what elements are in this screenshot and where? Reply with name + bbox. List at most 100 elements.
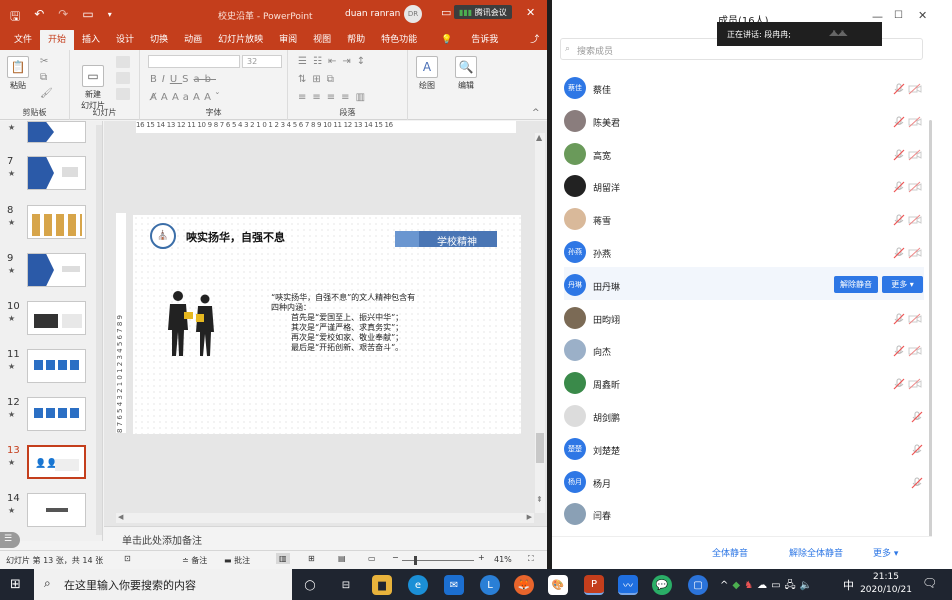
member-row[interactable]: 闫春: [564, 496, 924, 529]
slide-thumbnail-selected[interactable]: 👤👤: [27, 445, 86, 479]
meeting-taskbar-icon[interactable]: 〰: [618, 575, 638, 595]
mic-muted-icon[interactable]: [893, 181, 905, 193]
camera-off-icon[interactable]: [908, 214, 922, 226]
tray-app-icon[interactable]: ♞: [744, 580, 757, 591]
slide-thumbnail[interactable]: [27, 397, 86, 431]
camera-off-icon[interactable]: [908, 247, 922, 259]
prev-slide-icon[interactable]: ⇞: [536, 495, 543, 504]
tab-features[interactable]: 特色功能: [373, 29, 425, 50]
tab-animations[interactable]: 动画: [176, 29, 210, 50]
mic-muted-icon[interactable]: [911, 444, 923, 456]
camera-off-icon[interactable]: [908, 313, 922, 325]
tab-transitions[interactable]: 切换: [142, 29, 176, 50]
members-scrollbar[interactable]: [929, 120, 932, 540]
clock[interactable]: 21:15 2020/10/21: [860, 571, 912, 597]
unmute-member-button[interactable]: 解除静音: [834, 275, 878, 293]
font-size-select[interactable]: 32: [242, 55, 282, 68]
sorter-view-icon[interactable]: ⊞: [308, 554, 315, 563]
slide-canvas[interactable]: ⛪ 唊实扬华，自强不息 学校精神 “唊实扬华，自强不息”的文人精神包含有 四种内…: [133, 215, 521, 434]
close-icon[interactable]: ✕: [918, 9, 927, 22]
zoom-out-icon[interactable]: −: [392, 553, 399, 562]
cortana-icon[interactable]: ◯: [300, 575, 320, 595]
redo-icon[interactable]: ↷: [58, 7, 68, 28]
slide-thumbnail[interactable]: [27, 253, 86, 287]
mute-all-button[interactable]: 全体静音: [712, 546, 748, 559]
tray-app-icon[interactable]: ◆: [732, 580, 744, 591]
case-icon[interactable]: Aa: [172, 92, 193, 103]
slide-thumbnail[interactable]: [27, 493, 86, 527]
footer-more-button[interactable]: 更多 ▾: [873, 546, 898, 559]
layout-button[interactable]: [116, 56, 130, 68]
slide-thumbnail[interactable]: [27, 156, 86, 190]
mic-muted-icon[interactable]: [893, 83, 905, 95]
member-row[interactable]: 胡剑鹏: [564, 398, 924, 431]
taskbar-search-box[interactable]: ⌕ 在这里输入你要搜索的内容: [34, 569, 292, 600]
align-right-icon[interactable]: ≡: [327, 92, 341, 103]
zoom-slider[interactable]: [402, 556, 474, 565]
tab-insert[interactable]: 插入: [74, 29, 108, 50]
file-explorer-icon[interactable]: ▆: [372, 575, 392, 595]
underline-icon[interactable]: U: [170, 74, 182, 85]
align-center-icon[interactable]: ≡: [312, 92, 326, 103]
comments-button[interactable]: ▬ 批注: [224, 555, 250, 566]
notes-toggle-icon[interactable]: ☰: [0, 532, 20, 548]
notes-pane[interactable]: 单击此处添加备注: [104, 526, 547, 550]
camera-off-icon[interactable]: [908, 149, 922, 161]
task-view-icon[interactable]: ⊟: [336, 575, 356, 595]
tab-review[interactable]: 审阅: [271, 29, 305, 50]
user-avatar[interactable]: DR: [404, 5, 422, 23]
camera-off-icon[interactable]: [908, 378, 922, 390]
mic-muted-icon[interactable]: [911, 411, 923, 423]
network-icon[interactable]: 🖧: [785, 580, 800, 591]
start-button[interactable]: ⊞: [10, 577, 21, 592]
battery-icon[interactable]: ▭: [771, 580, 784, 591]
edit-button[interactable]: 🔍 编辑: [453, 56, 479, 91]
member-row[interactable]: 高宽: [564, 136, 924, 169]
normal-view-icon[interactable]: ▥: [276, 553, 290, 564]
volume-icon[interactable]: 🔈: [800, 580, 816, 591]
powerpoint-taskbar-icon[interactable]: P: [584, 575, 604, 595]
member-row[interactable]: 蒋雪: [564, 201, 924, 234]
member-row[interactable]: 孙燕 孙燕: [564, 234, 924, 267]
slideshow-view-icon[interactable]: ▭: [368, 554, 376, 563]
slideshow-icon[interactable]: ▭: [82, 7, 93, 28]
mic-muted-icon[interactable]: [893, 214, 905, 226]
bold-icon[interactable]: B: [150, 74, 162, 85]
section-button[interactable]: [116, 88, 130, 100]
camera-off-icon[interactable]: [908, 181, 922, 193]
tray-expand-icon[interactable]: ^: [720, 580, 732, 591]
reset-button[interactable]: [116, 72, 130, 84]
indent-icon[interactable]: ⇤: [328, 56, 342, 67]
blue-app-icon[interactable]: L: [480, 575, 500, 595]
strikethrough-icon[interactable]: ab: [194, 74, 216, 85]
mic-muted-icon[interactable]: [893, 313, 905, 325]
save-icon[interactable]: 🖫: [10, 7, 20, 28]
slide-thumbnail[interactable]: [27, 301, 86, 335]
zoom-in-icon[interactable]: +: [478, 553, 485, 562]
font-color-icon[interactable]: A: [161, 92, 172, 103]
tab-help[interactable]: 帮助: [339, 29, 373, 50]
firefox-icon[interactable]: 🦊: [514, 575, 534, 595]
justify-icon[interactable]: ≡: [341, 92, 355, 103]
font-name-select[interactable]: [148, 55, 240, 68]
camera-off-icon[interactable]: [908, 116, 922, 128]
cloud-icon[interactable]: ☁: [757, 580, 771, 591]
slide-thumbnail[interactable]: [27, 205, 86, 239]
blue-circle-app-icon[interactable]: ▢: [688, 575, 708, 595]
slide-thumbnail[interactable]: [27, 121, 86, 143]
line-spacing-icon[interactable]: ↕: [357, 56, 371, 67]
mic-muted-icon[interactable]: [893, 149, 905, 161]
tab-tell-me[interactable]: 💡 告诉我: [425, 29, 514, 50]
member-more-button[interactable]: 更多 ▾: [882, 275, 923, 293]
meeting-indicator[interactable]: ▮▮▮ 腾讯会议: [454, 5, 512, 19]
camera-off-icon[interactable]: [908, 345, 922, 357]
reading-view-icon[interactable]: ▤: [338, 554, 346, 563]
numbering-icon[interactable]: ☷: [313, 56, 328, 67]
member-row[interactable]: 蔡佳 蔡佳: [564, 70, 924, 103]
camera-off-icon[interactable]: [908, 83, 922, 95]
new-slide-button[interactable]: ▭ 新建 幻灯片: [76, 56, 110, 111]
cut-icon[interactable]: ✂: [40, 56, 48, 67]
undo-icon[interactable]: ↶: [34, 7, 44, 28]
mic-muted-icon[interactable]: [893, 247, 905, 259]
tab-slideshow[interactable]: 幻灯片放映: [210, 29, 271, 50]
